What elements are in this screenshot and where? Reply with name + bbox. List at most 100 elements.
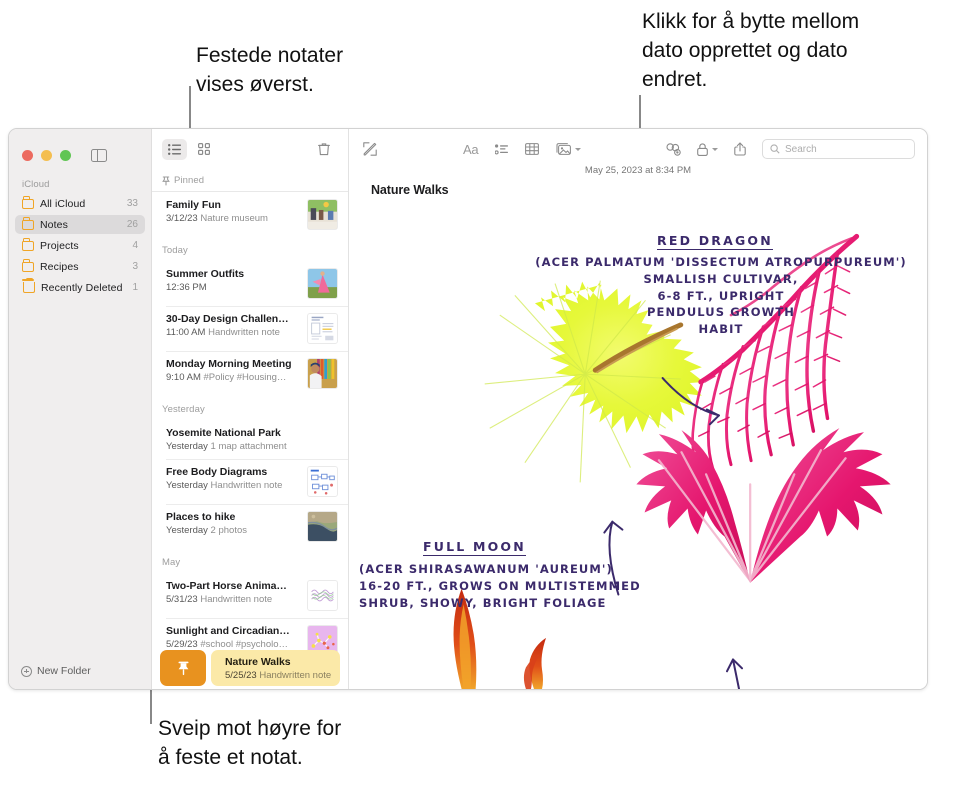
- note-title-heading: Nature Walks: [371, 183, 449, 197]
- window-controls: [9, 129, 151, 169]
- doc-scribble-thumbnail: [308, 581, 337, 610]
- photo-map-thumbnail: [308, 512, 337, 541]
- sidebar-item-notes[interactable]: Notes 26: [15, 215, 145, 234]
- plus-circle-icon: [21, 665, 32, 677]
- notes-rows: Pinned Family Fun 3/12/23 Nature museum: [152, 169, 348, 689]
- note-text: Family Fun 3/12/23 Nature museum: [166, 199, 299, 224]
- note-title: Family Fun: [166, 199, 221, 211]
- search-input[interactable]: Search: [762, 139, 915, 159]
- note-date: Yesterday: [166, 441, 208, 452]
- trash-icon: [317, 143, 330, 156]
- note-row-design-challenge[interactable]: 30-Day Design Challen… 11:00 AM Handwrit…: [152, 306, 348, 351]
- notes-app-window: iCloud All iCloud 33 Notes 26 Projects 4: [8, 128, 928, 690]
- note-meta: 5/25/23 Handwritten note: [225, 670, 340, 681]
- search-icon: [770, 144, 780, 154]
- sidebar-item-count: 1: [132, 282, 138, 293]
- row-divider: [166, 306, 348, 307]
- note-row-family-fun[interactable]: Family Fun 3/12/23 Nature museum: [152, 192, 348, 237]
- callout-pinned-notes: Festede notater vises øverst.: [196, 44, 344, 96]
- note-date: 3/12/23: [166, 213, 198, 224]
- delete-note-button[interactable]: [311, 139, 336, 160]
- editor-toolbar: Aa Search: [349, 129, 927, 169]
- note-meta: 3/12/23 Nature museum: [166, 213, 299, 224]
- compose-note-button[interactable]: [363, 142, 377, 156]
- note-title: 30-Day Design Challen…: [166, 313, 289, 325]
- sidebar-item-label: Recently Deleted: [41, 281, 123, 294]
- row-divider: [166, 618, 348, 619]
- sidebar: iCloud All iCloud 33 Notes 26 Projects 4: [9, 129, 152, 689]
- folder-icon: [22, 217, 34, 230]
- photo-dress-thumbnail: [308, 269, 337, 298]
- note-text: Places to hike Yesterday 2 photos: [166, 511, 299, 536]
- sidebar-item-projects[interactable]: Projects 4: [15, 236, 145, 255]
- note-text: Summer Outfits 12:36 PM: [166, 268, 299, 293]
- note-title: Monday Morning Meeting: [166, 358, 292, 370]
- row-divider: [166, 351, 348, 352]
- note-title: Free Body Diagrams: [166, 466, 268, 478]
- note-row-horse-animation[interactable]: Two-Part Horse Anima… 5/31/23 Handwritte…: [152, 573, 348, 618]
- note-thumbnail: [307, 511, 338, 542]
- sidebar-item-recently-deleted[interactable]: Recently Deleted 1: [15, 277, 145, 297]
- sidebar-toggle-icon[interactable]: [91, 148, 107, 163]
- note-row-yosemite[interactable]: Yosemite National Park Yesterday 1 map a…: [152, 420, 348, 459]
- editor-actions-group: Search: [666, 139, 915, 159]
- note-meta: 11:00 AM Handwritten note: [166, 327, 299, 338]
- new-folder-label: New Folder: [37, 665, 91, 677]
- note-row-monday-meeting[interactable]: Monday Morning Meeting 9:10 AM #Policy #…: [152, 351, 348, 396]
- note-thumbnail: [307, 199, 338, 230]
- media-button[interactable]: [556, 143, 582, 155]
- list-view-button[interactable]: [162, 138, 187, 160]
- note-subtitle: Handwritten note: [210, 480, 283, 491]
- sidebar-item-recipes[interactable]: Recipes 3: [15, 257, 145, 276]
- format-button[interactable]: Aa: [463, 142, 479, 157]
- note-row-nature-walks-selected[interactable]: Nature Walks 5/25/23 Handwritten note: [211, 650, 340, 686]
- note-subtitle: 2 photos: [210, 525, 247, 536]
- group-header-today: Today: [162, 245, 188, 256]
- note-date-label[interactable]: May 25, 2023 at 8:34 PM: [349, 165, 927, 176]
- note-row-free-body-diagrams[interactable]: Free Body Diagrams Yesterday Handwritten…: [152, 459, 348, 504]
- minimize-button[interactable]: [41, 150, 52, 161]
- note-text: Yosemite National Park Yesterday 1 map a…: [166, 427, 338, 452]
- notes-list-column: Pinned Family Fun 3/12/23 Nature museum: [152, 129, 349, 689]
- collaborate-button[interactable]: [666, 142, 681, 156]
- note-meta: 9:10 AM #Policy #Housing…: [166, 372, 299, 383]
- note-row-places-to-hike[interactable]: Places to hike Yesterday 2 photos: [152, 504, 348, 549]
- gallery-view-icon: [197, 143, 210, 155]
- lock-button[interactable]: [697, 142, 718, 156]
- note-date: Yesterday: [166, 480, 208, 491]
- note-editor: Aa Search May 25, 2023 at 8:34 PM Nature…: [349, 129, 927, 689]
- sidebar-item-count: 4: [132, 240, 138, 251]
- group-header-may: May: [162, 557, 181, 568]
- table-button[interactable]: [525, 143, 540, 155]
- editor-format-group: Aa: [463, 142, 582, 157]
- pin-action-button[interactable]: [160, 650, 206, 686]
- group-label: Pinned: [174, 175, 205, 186]
- new-folder-button[interactable]: New Folder: [9, 665, 151, 689]
- note-subtitle: Handwritten note: [259, 669, 332, 681]
- photo-museum-thumbnail: [308, 200, 337, 229]
- checklist-button[interactable]: [495, 143, 509, 155]
- note-title: Nature Walks: [225, 655, 291, 668]
- zoom-button[interactable]: [60, 150, 71, 161]
- group-header-pinned: Pinned: [152, 169, 348, 191]
- gallery-view-button[interactable]: [191, 139, 216, 160]
- folder-icon: [22, 196, 34, 209]
- share-button[interactable]: [734, 142, 746, 156]
- sidebar-item-count: 3: [132, 261, 138, 272]
- note-title: Two-Part Horse Anima…: [166, 580, 287, 592]
- close-button[interactable]: [22, 150, 33, 161]
- doc-diagram-thumbnail: [308, 467, 337, 496]
- note-subtitle: Handwritten note: [200, 594, 273, 605]
- note-body[interactable]: RED DRAGON (ACER PALMATUM 'DISSECTUM ATR…: [349, 197, 927, 689]
- callout-date-toggle: Klikk for å bytte mellom dato opprettet …: [642, 10, 860, 91]
- notes-list-toolbar: [152, 129, 348, 169]
- callout-swipe-to-pin: Sveip mot høyre for å feste et notat.: [158, 717, 342, 769]
- pin-icon: [162, 175, 170, 186]
- sidebar-item-all-icloud[interactable]: All iCloud 33: [15, 194, 145, 213]
- note-row-summer-outfits[interactable]: Summer Outfits 12:36 PM: [152, 261, 348, 306]
- note-meta: Yesterday Handwritten note: [166, 480, 299, 491]
- note-subtitle: Nature museum: [200, 213, 268, 224]
- folder-icon: [22, 238, 34, 251]
- note-title: Sunlight and Circadian…: [166, 625, 290, 637]
- row-divider: [166, 459, 348, 460]
